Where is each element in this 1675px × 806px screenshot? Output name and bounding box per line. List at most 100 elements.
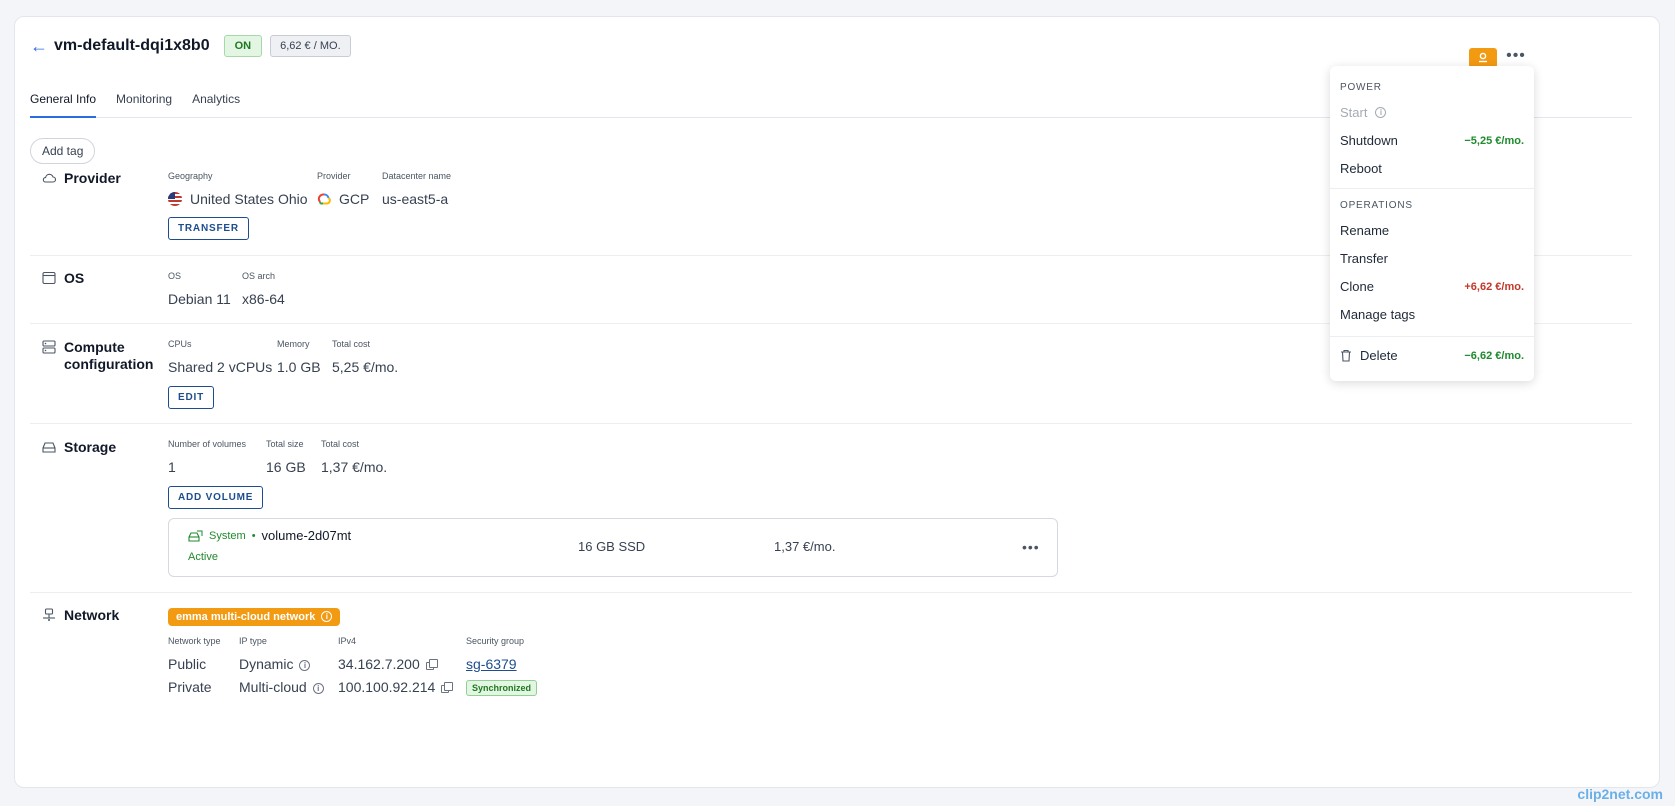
trash-icon	[1341, 349, 1351, 362]
info-icon[interactable]: i	[299, 660, 311, 671]
os-label: OS	[168, 271, 182, 281]
menu-item-delete[interactable]: Delete −6,62 €/mo.	[1340, 348, 1524, 363]
volume-type: System	[209, 529, 246, 542]
public-ip-type: Dynamic i	[239, 656, 311, 672]
public-ip-type-text: Dynamic	[239, 656, 294, 672]
public-network-type: Public	[168, 656, 207, 672]
network-section-title: Network	[42, 607, 119, 624]
storage-section-title: Storage	[42, 439, 116, 456]
watermark-logo: clip2net.com	[1577, 786, 1663, 802]
volume-separator: •	[251, 529, 256, 542]
clone-cost: +6,62 €/mo.	[1464, 280, 1524, 293]
console-button[interactable]	[1469, 48, 1497, 68]
delete-label: Delete	[1360, 348, 1398, 363]
security-group-link[interactable]: sg-6379	[466, 656, 517, 672]
power-heading: POWER	[1340, 82, 1382, 93]
network-type-header: Network type	[168, 636, 221, 646]
os-value: Debian 11	[168, 291, 231, 307]
page-header: ← vm-default-dqi1x8b0 ON 6,62 € / MO.	[30, 35, 351, 57]
synchronized-badge: Synchronized	[466, 680, 538, 696]
operations-heading: OPERATIONS	[1340, 200, 1413, 211]
status-badge: ON	[223, 35, 263, 57]
menu-item-shutdown[interactable]: Shutdown −5,25 €/mo.	[1340, 133, 1524, 148]
system-volume-icon	[188, 530, 203, 542]
multi-cloud-network-badge: emma multi-cloud network i	[168, 608, 341, 626]
provider-value: GCP	[317, 191, 369, 207]
storage-cost-label: Total cost	[321, 439, 360, 449]
geography-text: United States Ohio	[190, 191, 308, 207]
os-arch-value: x86-64	[242, 291, 285, 307]
back-arrow-icon[interactable]: ←	[30, 37, 48, 55]
provider-text: GCP	[339, 191, 370, 207]
delete-cost: −6,62 €/mo.	[1464, 349, 1524, 362]
volumes-label: Number of volumes	[168, 439, 247, 449]
datacenter-value: us-east5-a	[382, 191, 449, 207]
os-title: OS	[64, 270, 85, 286]
server-icon	[42, 340, 56, 354]
menu-item-start[interactable]: Start i	[1340, 105, 1524, 120]
copy-icon[interactable]	[441, 682, 454, 693]
public-ipv4: 34.162.7.200	[338, 656, 438, 672]
tab-general-info[interactable]: General Info	[30, 84, 97, 118]
private-ipv4-text: 100.100.92.214	[338, 679, 436, 695]
multi-cloud-network-label: emma multi-cloud network	[176, 611, 316, 623]
menu-item-rename[interactable]: Rename	[1340, 223, 1524, 238]
transfer-button[interactable]: TRANSFER	[168, 217, 249, 240]
copy-icon[interactable]	[425, 659, 438, 670]
geography-label: Geography	[168, 171, 213, 181]
rename-label: Rename	[1340, 223, 1390, 238]
price-badge: 6,62 € / MO.	[270, 35, 351, 57]
os-section-title: OS	[42, 270, 84, 287]
divider	[30, 423, 1632, 424]
edit-button[interactable]: EDIT	[168, 386, 214, 409]
provider-section-title: Provider	[42, 170, 121, 187]
actions-menu: POWER Start i Shutdown −5,25 €/mo. Reboot…	[1330, 66, 1534, 381]
clone-label: Clone	[1340, 279, 1374, 294]
network-icon	[43, 608, 55, 621]
total-size-label: Total size	[266, 439, 304, 449]
add-volume-button[interactable]: ADD VOLUME	[168, 486, 264, 509]
compute-title-line1: Compute	[64, 339, 125, 355]
menu-item-manage-tags[interactable]: Manage tags	[1340, 307, 1524, 322]
hard-drive-icon	[42, 442, 56, 453]
menu-item-transfer[interactable]: Transfer	[1340, 251, 1524, 266]
compute-cost-label: Total cost	[332, 339, 371, 349]
volume-more-button[interactable]: •••	[1022, 539, 1040, 555]
ipv4-header: IPv4	[338, 636, 357, 646]
menu-item-clone[interactable]: Clone +6,62 €/mo.	[1340, 279, 1524, 294]
storage-cost-value: 1,37 €/mo.	[321, 459, 388, 475]
tab-analytics[interactable]: Analytics	[192, 84, 240, 118]
menu-item-reboot[interactable]: Reboot	[1340, 161, 1524, 176]
start-label: Start	[1340, 105, 1368, 120]
more-actions-button[interactable]: •••	[1504, 48, 1528, 68]
os-arch-label: OS arch	[242, 271, 276, 281]
private-network-type: Private	[168, 679, 212, 695]
compute-title-line2: configuration	[64, 356, 154, 372]
gcp-logo-icon	[317, 193, 331, 205]
tab-monitoring[interactable]: Monitoring	[116, 84, 172, 118]
memory-label: Memory	[277, 339, 310, 349]
private-ipv4: 100.100.92.214	[338, 679, 454, 695]
cpus-value: Shared 2 vCPUs	[168, 359, 273, 375]
info-icon[interactable]: i	[312, 683, 324, 694]
us-flag-icon	[168, 192, 182, 206]
provider-label: Provider	[317, 171, 351, 181]
menu-divider	[1330, 188, 1534, 189]
console-icon	[1479, 52, 1487, 63]
volume-size: 16 GB SSD	[578, 539, 646, 554]
menu-divider	[1330, 336, 1534, 337]
volume-name: volume-2d07mt	[261, 528, 352, 543]
info-icon: i	[1375, 107, 1387, 118]
info-icon: i	[321, 611, 333, 622]
divider	[30, 592, 1632, 593]
shutdown-cost: −5,25 €/mo.	[1464, 134, 1524, 147]
compute-title: Compute configuration	[64, 339, 153, 373]
storage-title: Storage	[64, 439, 117, 455]
cpus-label: CPUs	[168, 339, 192, 349]
private-ip-type-text: Multi-cloud	[239, 679, 307, 695]
compute-cost-value: 5,25 €/mo.	[332, 359, 399, 375]
delete-label-group: Delete	[1340, 348, 1398, 363]
reboot-label: Reboot	[1340, 161, 1382, 176]
add-tag-button[interactable]: Add tag	[30, 138, 96, 164]
volumes-value: 1	[168, 459, 176, 475]
